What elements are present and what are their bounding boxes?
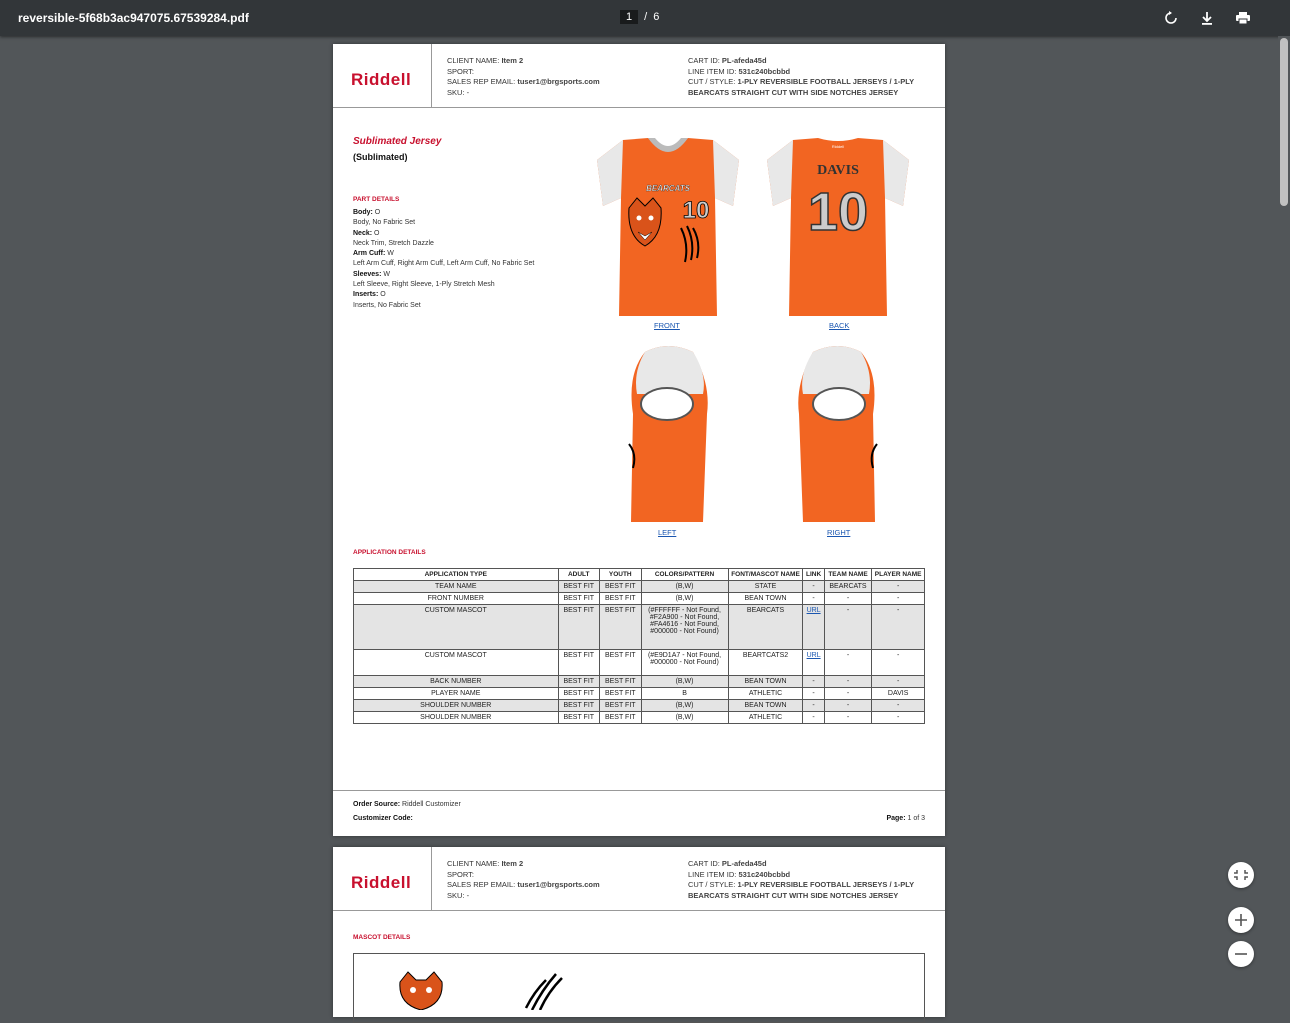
page-footer: Order Source: Riddell Customizer Customi… [333,790,945,836]
plus-icon [1235,914,1247,926]
back-player-name: DAVIS [817,163,859,178]
table-row: BACK NUMBER BEST FIT BEST FIT (B,W) BEAN TOW… [353,675,925,688]
col-player-name: PLAYER NAME [871,568,925,581]
mascot-details-heading: MASCOT DETAILS [353,934,411,941]
front-number: 10 [683,197,710,224]
riddell-logo: Riddell [351,70,412,89]
header-divider [431,44,432,108]
header-divider [431,847,432,911]
zoom-out-button[interactable] [1228,941,1254,967]
pdf-page-2: Riddell CLIENT NAME: Item 2 SPORT: SALES… [333,847,945,1023]
minus-icon [1235,953,1247,955]
table-header-row: APPLICATION TYPE ADULT YOUTH COLORS/PATT… [353,568,925,581]
header-client-info: CLIENT NAME: Item 2 SPORT: SALES REP EMA… [447,56,600,97]
col-adult: ADULT [557,568,600,581]
back-brand-tag: Riddell [832,144,844,149]
front-team-text: BEARCATS [646,184,691,193]
page-header: Riddell CLIENT NAME: Item 2 SPORT: SALES… [333,44,945,108]
mascot-url-link[interactable]: URL [802,604,825,650]
view-link-right[interactable]: RIGHT [827,528,850,537]
table-row: TEAM NAME BEST FIT BEST FIT (B,W) STATE - BEAR… [353,580,925,593]
col-application-type: APPLICATION TYPE [353,568,559,581]
application-table: APPLICATION TYPE ADULT YOUTH COLORS/PATT… [353,568,925,724]
jersey-right-image [798,346,878,522]
jersey-back-image: Riddell DAVIS 10 [767,138,909,316]
header-client-info: CLIENT NAME: Item 2 SPORT: SALES REP EMA… [447,859,600,900]
table-row: CUSTOM MASCOT BEST FIT BEST FIT (#FFFFFF - … [353,604,925,650]
part-details-list: Body: O Body, No Fabric Set Neck: O Neck… [353,209,535,309]
col-team-name: TEAM NAME [823,568,873,581]
table-row: PLAYER NAME BEST FIT BEST FIT B ATHLETIC - - DA… [353,687,925,700]
riddell-logo: Riddell [351,873,412,892]
jersey-front-image: BEARCATS 10 [597,138,739,316]
table-row: SHOULDER NUMBER BEST FIT BEST FIT (B,W) BEAN… [353,699,925,712]
view-link-front[interactable]: FRONT [654,321,680,330]
page-separator: / [644,11,648,23]
pdf-toolbar: reversible-5f68b3ac947075.67539284.pdf 1… [0,0,1290,36]
product-title: Sublimated Jersey [353,136,442,147]
header-cart-info: CART ID: PL-afeda45d LINE ITEM ID: 531c2… [688,859,915,900]
mascot-details-box [353,953,925,1023]
view-link-left[interactable]: LEFT [658,528,676,537]
col-font-mascot: FONT/MASCOT NAME [727,568,804,581]
rotate-icon[interactable] [1163,10,1179,26]
download-icon[interactable] [1199,10,1215,26]
fit-page-icon [1234,870,1248,880]
application-details-heading: APPLICATION DETAILS [353,549,426,556]
col-link: LINK [802,568,825,581]
fit-to-page-button[interactable] [1228,862,1254,888]
jersey-left-image [628,346,708,522]
mascot-url-link[interactable]: URL [802,649,825,676]
part-details-heading: PART DETAILS [353,196,400,203]
product-subtitle: (Sublimated) [353,152,408,162]
table-row: CUSTOM MASCOT BEST FIT BEST FIT (#E9D1A7 - … [353,649,925,676]
table-row: SHOULDER NUMBER BEST FIT BEST FIT (B,W) ATHL… [353,711,925,724]
scrollbar-thumb[interactable] [1280,38,1288,206]
document-title: reversible-5f68b3ac947075.67539284.pdf [18,11,249,25]
page-indicator: 1 / 6 [620,10,659,24]
view-link-back[interactable]: BACK [829,321,849,330]
page-header: Riddell CLIENT NAME: Item 2 SPORT: SALES… [333,847,945,911]
header-cart-info: CART ID: PL-afeda45d LINE ITEM ID: 531c2… [688,56,915,97]
pdf-page-1: Riddell CLIENT NAME: Item 2 SPORT: SALES… [333,44,945,836]
table-row: FRONT NUMBER BEST FIT BEST FIT (B,W) BEAN TO… [353,592,925,605]
bearcat-mascot-icon [399,971,443,1010]
claw-marks-icon [524,973,563,1010]
col-youth: YOUTH [599,568,642,581]
back-number: 10 [808,182,868,242]
current-page-input[interactable]: 1 [620,10,639,24]
scrollbar[interactable] [1278,36,1290,1004]
total-pages: 6 [653,11,660,23]
print-icon[interactable] [1235,10,1251,26]
zoom-in-button[interactable] [1228,907,1254,933]
col-colors-pattern: COLORS/PATTERN [640,568,729,581]
